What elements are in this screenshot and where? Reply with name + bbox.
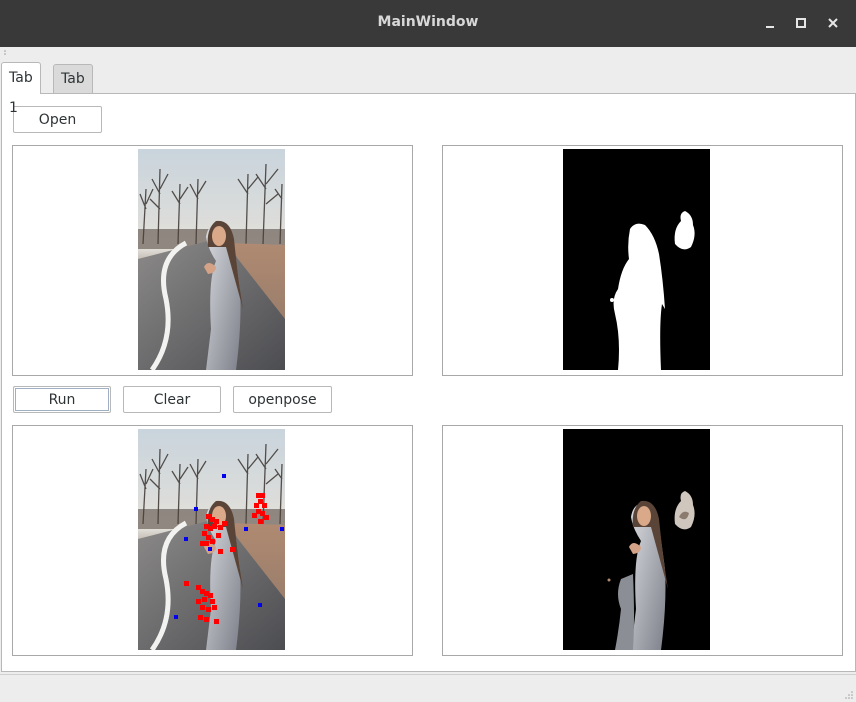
keypoint-red-marker [264, 515, 269, 520]
mask-image [563, 149, 710, 370]
keypoint-red-marker [196, 599, 201, 604]
keypoint-blue-marker [174, 615, 178, 619]
keypoints-image-panel [12, 425, 413, 656]
keypoint-blue-marker [222, 474, 226, 478]
keypoint-red-marker [216, 533, 221, 538]
close-icon[interactable] [822, 12, 844, 34]
keypoint-blue-marker [280, 527, 284, 531]
keypoint-red-marker [262, 503, 267, 508]
keypoint-red-marker [200, 541, 205, 546]
keypoint-blue-marker [194, 507, 198, 511]
title-bar: MainWindow [0, 0, 856, 47]
tab-2[interactable]: Tab 2 [53, 64, 93, 115]
mask-image-panel [442, 145, 843, 376]
keypoint-red-marker [202, 597, 207, 602]
keypoint-red-marker [208, 593, 213, 598]
keypoint-blue-marker [208, 547, 212, 551]
keypoint-red-marker [214, 519, 219, 524]
keypoint-blue-marker [258, 603, 262, 607]
keypoint-red-marker [210, 599, 215, 604]
keypoint-blue-marker [184, 537, 188, 541]
keypoint-red-marker [252, 513, 257, 518]
keypoint-red-marker [210, 539, 215, 544]
original-image-panel [12, 145, 413, 376]
tab-1-pane: Open Run Clear openpose [1, 93, 856, 672]
minimize-icon[interactable] [759, 12, 781, 34]
keypoint-red-marker [212, 605, 217, 610]
original-image [138, 149, 285, 370]
client-area: Tab 1 Tab 2 Open Run Clear openpose [0, 47, 856, 702]
keypoint-red-marker [198, 615, 203, 620]
window-title: MainWindow [377, 14, 479, 30]
keypoint-red-marker [222, 521, 227, 526]
keypoint-red-marker [200, 605, 205, 610]
keypoint-red-marker [204, 617, 209, 622]
maximize-icon[interactable] [790, 12, 812, 34]
keypoints-image [138, 429, 285, 650]
open-button[interactable]: Open [13, 106, 102, 133]
run-button[interactable]: Run [13, 386, 111, 413]
status-bar [0, 674, 856, 702]
keypoint-red-marker [214, 619, 219, 624]
openpose-button[interactable]: openpose [233, 386, 332, 413]
toolbar-grip-icon [4, 50, 6, 55]
cutout-image-panel [442, 425, 843, 656]
resize-grip-icon[interactable] [844, 690, 854, 700]
cutout-image [563, 429, 710, 650]
keypoint-blue-marker [244, 527, 248, 531]
keypoint-red-marker [212, 524, 217, 529]
clear-button[interactable]: Clear [123, 386, 221, 413]
keypoint-red-marker [184, 581, 189, 586]
keypoint-red-marker [206, 607, 211, 612]
tab-1[interactable]: Tab 1 [1, 62, 41, 116]
keypoint-red-marker [258, 519, 263, 524]
keypoint-red-marker [230, 547, 235, 552]
keypoint-red-marker [260, 493, 265, 498]
keypoint-red-marker [254, 503, 259, 508]
keypoint-red-marker [218, 549, 223, 554]
